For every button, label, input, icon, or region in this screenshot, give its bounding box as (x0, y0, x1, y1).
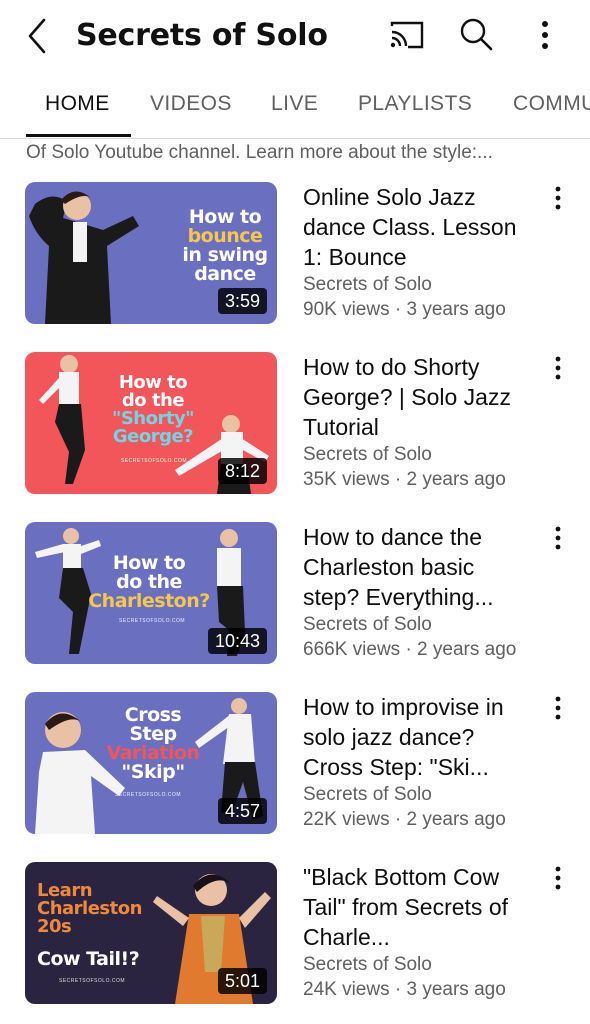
channel-title: Secrets of Solo (76, 18, 328, 53)
thumb-text-line: dance (194, 263, 256, 285)
more-vert-icon[interactable] (548, 524, 568, 552)
tab-community[interactable]: COMMU (513, 76, 590, 136)
more-vert-icon[interactable] (548, 864, 568, 892)
video-title[interactable]: How to improvise in solo jazz dance? Cro… (303, 692, 531, 782)
tab-videos[interactable]: VIDEOS (150, 76, 232, 136)
search-icon[interactable] (458, 16, 494, 54)
video-title[interactable]: How to dance the Charleston basic step? … (303, 522, 531, 612)
thumb-text-line: 20s (37, 916, 72, 937)
more-vert-icon[interactable] (548, 694, 568, 722)
video-channel: Secrets of Solo (303, 954, 432, 975)
video-channel: Secrets of Solo (303, 614, 432, 635)
more-vert-icon[interactable] (532, 16, 558, 54)
thumb-text-line: George? (112, 426, 194, 447)
thumb-watermark: SECRETSOFSOLO.COM (59, 978, 126, 984)
video-item[interactable]: How to bounce in swing dance 3:59 Online… (0, 182, 590, 332)
video-thumbnail[interactable]: How to do the Charleston? SECRETSOFSOLO.… (25, 522, 277, 664)
thumb-text-line: Cow Tail!? (37, 948, 140, 970)
tab-playlists[interactable]: PLAYLISTS (358, 76, 472, 136)
tab-live[interactable]: LIVE (271, 76, 318, 136)
channel-description[interactable]: Of Solo Youtube channel. Learn more abou… (26, 140, 586, 166)
thumb-text-line: "Skip" (121, 761, 185, 783)
tab-home[interactable]: HOME (45, 76, 110, 136)
video-item[interactable]: Cross Step Variation "Skip" SECRETSOFSOL… (0, 692, 590, 842)
duration-badge: 10:43 (207, 628, 267, 654)
channel-tabs: HOME VIDEOS LIVE PLAYLISTS COMMU (0, 76, 590, 139)
video-thumbnail[interactable]: Cross Step Variation "Skip" SECRETSOFSOL… (25, 692, 277, 834)
duration-badge: 5:01 (217, 968, 267, 994)
duration-badge: 8:12 (217, 458, 267, 484)
video-item[interactable]: How to do the Charleston? SECRETSOFSOLO.… (0, 522, 590, 672)
video-channel: Secrets of Solo (303, 274, 432, 295)
video-thumbnail[interactable]: How to do the "Shorty" George? SECRETSOF… (25, 352, 277, 494)
video-meta: 90K views · 3 years ago (303, 299, 506, 320)
duration-badge: 4:57 (217, 798, 267, 824)
more-vert-icon[interactable] (548, 184, 568, 212)
video-thumbnail[interactable]: How to bounce in swing dance 3:59 (25, 182, 277, 324)
top-app-bar: Secrets of Solo (0, 0, 590, 72)
video-meta: 35K views · 2 years ago (303, 469, 506, 490)
back-arrow-icon[interactable] (22, 16, 54, 56)
active-tab-indicator (26, 134, 131, 137)
video-channel: Secrets of Solo (303, 784, 432, 805)
video-meta: 24K views · 3 years ago (303, 979, 506, 1000)
video-title[interactable]: "Black Bottom Cow Tail" from Secrets of … (303, 862, 531, 952)
cast-icon[interactable] (388, 18, 426, 52)
duration-badge: 3:59 (217, 288, 267, 314)
video-item[interactable]: Learn Charleston 20s Cow Tail!? SECRETSO… (0, 862, 590, 1012)
video-channel: Secrets of Solo (303, 444, 432, 465)
video-thumbnail[interactable]: Learn Charleston 20s Cow Tail!? SECRETSO… (25, 862, 277, 1004)
video-meta: 22K views · 2 years ago (303, 809, 506, 830)
video-title[interactable]: How to do Shorty George? | Solo Jazz Tut… (303, 352, 531, 442)
video-meta: 666K views · 2 years ago (303, 639, 517, 660)
thumb-watermark: SECRETSOFSOLO.COM (121, 458, 188, 464)
thumb-watermark: SECRETSOFSOLO.COM (115, 792, 182, 798)
video-title[interactable]: Online Solo Jazz dance Class. Lesson 1: … (303, 182, 531, 272)
video-item[interactable]: How to do the "Shorty" George? SECRETSOF… (0, 352, 590, 502)
thumb-text-line: Charleston? (88, 590, 210, 612)
thumb-watermark: SECRETSOFSOLO.COM (119, 618, 186, 624)
more-vert-icon[interactable] (548, 354, 568, 382)
